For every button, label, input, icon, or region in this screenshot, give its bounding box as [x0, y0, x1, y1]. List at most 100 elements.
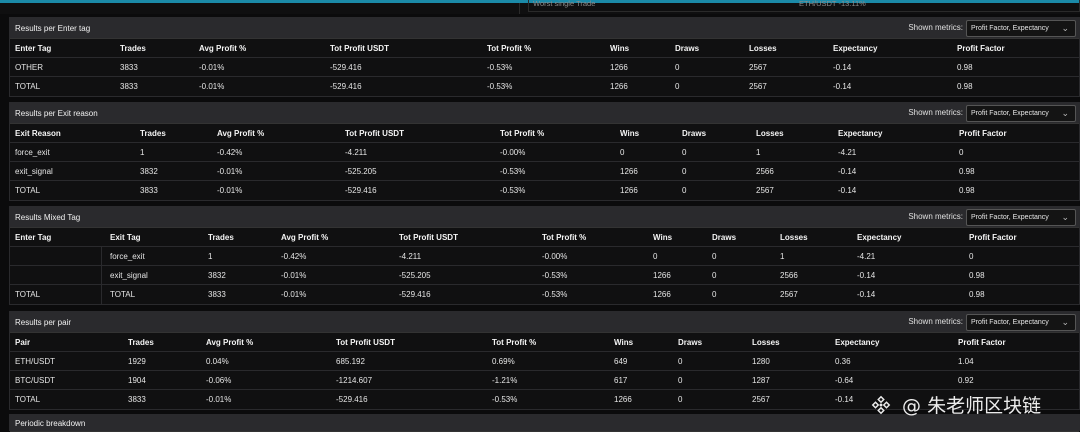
table-cell: -4.211	[345, 148, 368, 157]
summary-worst-trade-row: Worst single Trade ETH/USDT -13.11%	[528, 0, 1080, 12]
table-row: ETH/USDT 1929 0.04% 685.192 0.69% 649 0 1280 0.3…	[10, 352, 1079, 371]
column-header: Profit Factor	[958, 338, 1006, 347]
table-cell: -0.53%	[500, 167, 526, 176]
table-cell: 2567	[749, 82, 767, 91]
table-cell: 0.69%	[492, 357, 515, 366]
table-enter-tag: Enter Tag Trades Avg Profit % Tot Profit US…	[10, 39, 1079, 96]
binance-square-icon	[871, 395, 891, 415]
table-cell: 617	[614, 376, 628, 385]
table-cell: force_exit	[15, 148, 50, 157]
table-cell: 1287	[752, 376, 770, 385]
table-header-row: Enter Tag Exit Tag Trades Avg Profit % Tot P…	[10, 228, 1079, 247]
table-cell: 1266	[610, 82, 628, 91]
column-header: Tot Profit USDT	[336, 338, 395, 347]
table-cell: 3833	[128, 395, 146, 404]
table-cell: -1.21%	[492, 376, 518, 385]
table-cell: 1266	[620, 167, 638, 176]
table-header-row: Pair Trades Avg Profit % Tot Profit USDT Tot…	[10, 333, 1079, 352]
table-cell: -529.416	[330, 63, 362, 72]
table-cell: 1	[140, 148, 145, 157]
table-cell: TOTAL	[110, 290, 136, 299]
table-cell: -1214.607	[336, 376, 373, 385]
table-cell: 0.98	[959, 167, 975, 176]
column-header: Wins	[610, 44, 630, 53]
table-cell: -0.01%	[199, 82, 225, 91]
column-header: Pair	[15, 338, 31, 347]
table-row: TOTAL TOTAL 3833 -0.01% -529.416 -0.53% 1266 0 2…	[10, 285, 1079, 304]
table-cell: 0	[712, 290, 717, 299]
table-cell: BTC/USDT	[15, 376, 55, 385]
column-header: Draws	[682, 129, 707, 138]
column-header: Draws	[712, 233, 737, 242]
table-cell: 2567	[756, 186, 774, 195]
column-header: Tot Profit USDT	[345, 129, 404, 138]
column-header: Avg Profit %	[217, 129, 265, 138]
table-cell: -0.42%	[281, 252, 307, 261]
column-header: Draws	[678, 338, 703, 347]
table-cell: 0.36	[835, 357, 851, 366]
table-cell: -4.211	[399, 252, 422, 261]
metrics-label: Shown metrics:	[908, 23, 963, 32]
table-cell: 0.98	[957, 82, 973, 91]
section-mixed-tag: Results Mixed Tag Shown metrics: Profit …	[9, 206, 1080, 305]
table-row: BTC/USDT 1904 -0.06% -1214.607 -1.21% 617 0 128…	[10, 371, 1079, 390]
table-cell: 0	[678, 395, 683, 404]
table-cell: 2567	[749, 63, 767, 72]
section-enter-tag: Results per Enter tag Shown metrics: Pro…	[9, 17, 1080, 97]
table-cell: -0.14	[838, 186, 857, 195]
table-cell: 1280	[752, 357, 770, 366]
metrics-select[interactable]: Profit Factor, Expectancy ⌄	[966, 314, 1076, 331]
table-cell: 0.98	[957, 63, 973, 72]
table-cell: OTHER	[15, 63, 43, 72]
table-cell: 3833	[120, 63, 138, 72]
table-cell: force_exit	[110, 252, 145, 261]
metrics-select-value: Profit Factor, Expectancy	[971, 214, 1049, 221]
table-cell: -0.01%	[281, 290, 307, 299]
table-cell: 1929	[128, 357, 146, 366]
section-header: Results per Exit reason Shown metrics: P…	[10, 103, 1079, 124]
column-header: Tot Profit %	[492, 338, 537, 347]
metrics-label: Shown metrics:	[908, 108, 963, 117]
column-header: Avg Profit %	[199, 44, 247, 53]
watermark: @ 朱老师区块链	[870, 391, 1041, 418]
watermark-text: @ 朱老师区块链	[902, 395, 1042, 417]
column-header: Tot Profit %	[487, 44, 532, 53]
table-cell: 1266	[614, 395, 632, 404]
table-cell: 0.98	[969, 271, 985, 280]
column-header: Tot Profit USDT	[330, 44, 389, 53]
table-cell: 0.92	[958, 376, 974, 385]
metrics-select-value: Profit Factor, Expectancy	[971, 110, 1049, 117]
table-cell: -0.14	[833, 82, 852, 91]
table-cell: -0.01%	[199, 63, 225, 72]
table-cell: 649	[614, 357, 628, 366]
table-cell: 0	[678, 376, 683, 385]
metrics-select[interactable]: Profit Factor, Expectancy ⌄	[966, 20, 1076, 37]
table-cell: 0	[675, 63, 680, 72]
metrics-select[interactable]: Profit Factor, Expectancy ⌄	[966, 209, 1076, 226]
cell-divider	[101, 247, 102, 266]
table-cell: -0.06%	[206, 376, 232, 385]
table-cell: 0	[620, 148, 625, 157]
section-title: Periodic breakdown	[15, 419, 86, 428]
summary-value: ETH/USDT -13.11%	[799, 0, 866, 8]
section-exit-reason: Results per Exit reason Shown metrics: P…	[9, 102, 1080, 201]
table-cell: 0	[712, 252, 717, 261]
table-cell: -0.01%	[217, 167, 243, 176]
table-cell: -529.416	[330, 82, 362, 91]
metrics-select[interactable]: Profit Factor, Expectancy ⌄	[966, 105, 1076, 122]
table-header-row: Enter Tag Trades Avg Profit % Tot Profit US…	[10, 39, 1079, 58]
table-cell: -529.416	[345, 186, 377, 195]
table-cell: 1	[208, 252, 213, 261]
column-header: Wins	[614, 338, 634, 347]
column-header: Enter Tag	[15, 233, 52, 242]
column-header: Enter Tag	[15, 44, 52, 53]
section-title: Results Mixed Tag	[15, 213, 81, 222]
section-header: Results Mixed Tag Shown metrics: Profit …	[10, 207, 1079, 228]
table-cell: 0	[959, 148, 964, 157]
table-cell: -0.64	[835, 376, 854, 385]
table-row: force_exit 1 -0.42% -4.211 -0.00% 0 0 1 -4.21 0	[10, 247, 1079, 266]
column-header: Profit Factor	[959, 129, 1007, 138]
column-header: Expectancy	[833, 44, 878, 53]
table-cell: -0.00%	[542, 252, 568, 261]
table-row: TOTAL 3833 -0.01% -529.416 -0.53% 1266 0 2567 -0…	[10, 77, 1079, 96]
